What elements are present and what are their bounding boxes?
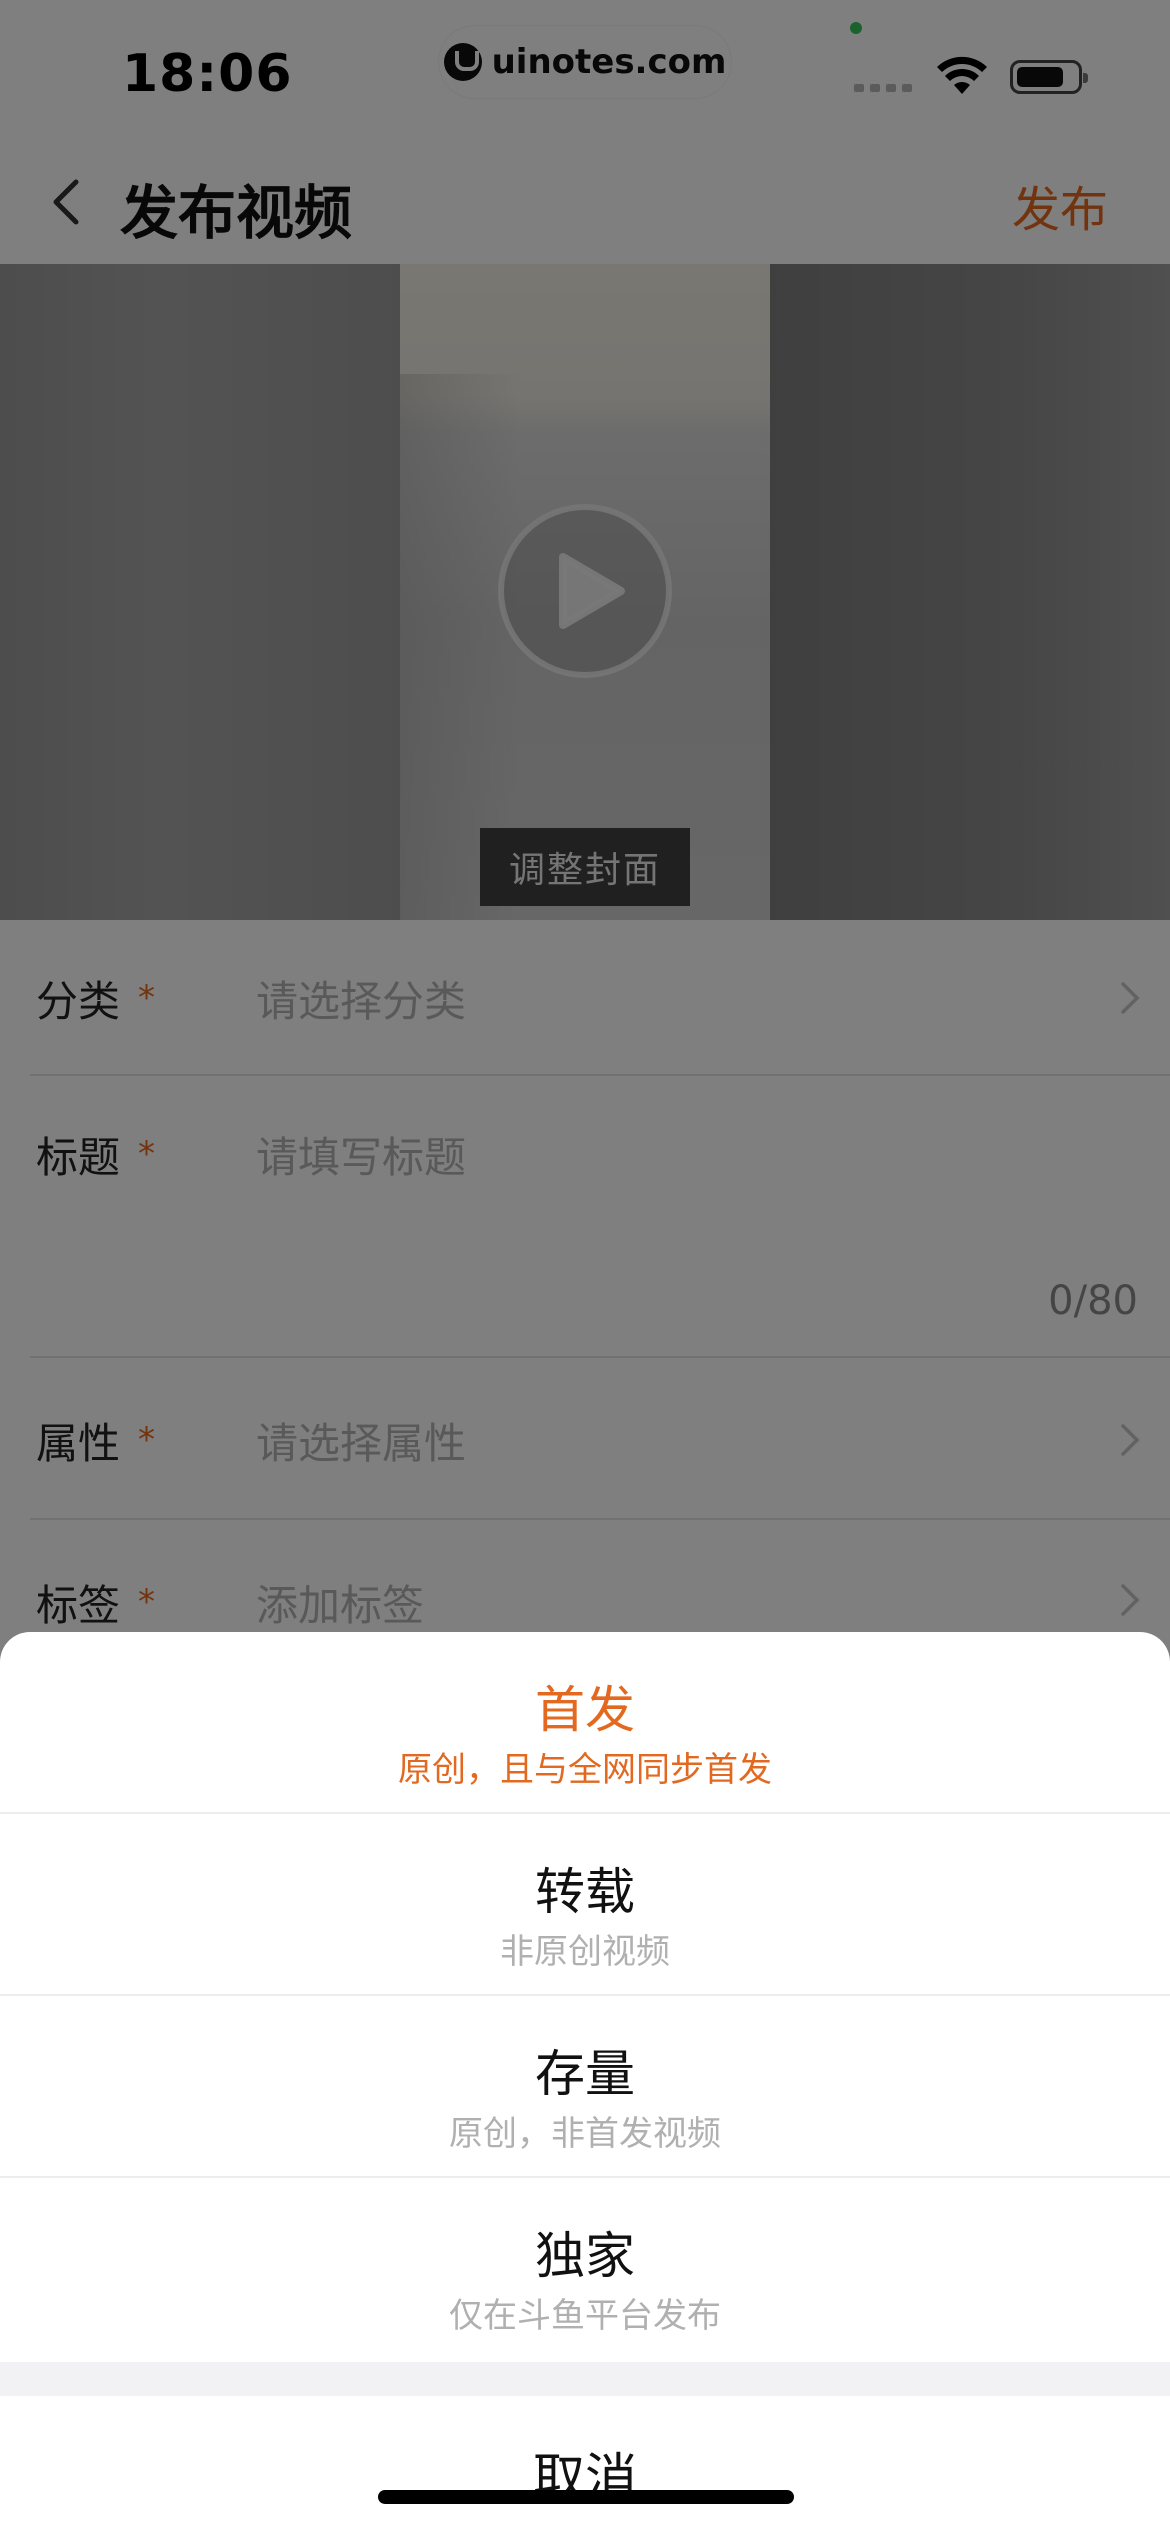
option-subtitle: 仅在斗鱼平台发布 xyxy=(449,2296,721,2336)
home-indicator[interactable] xyxy=(378,2490,794,2504)
option-subtitle: 非原创视频 xyxy=(500,1932,670,1972)
option-first-release[interactable]: 首发 原创，且与全网同步首发 xyxy=(0,1632,1170,1812)
option-subtitle: 原创，非首发视频 xyxy=(449,2114,721,2154)
option-title: 存量 xyxy=(535,2045,635,2103)
option-archive[interactable]: 存量 原创，非首发视频 xyxy=(0,1996,1170,2176)
option-subtitle: 原创，且与全网同步首发 xyxy=(398,1750,772,1790)
option-title: 独家 xyxy=(535,2227,635,2285)
cancel-button[interactable]: 取消 xyxy=(0,2396,1170,2532)
publish-video-screen: 18:06 uinotes.com 发布视频 发布 调整封面 xyxy=(0,0,1170,2532)
option-title: 首发 xyxy=(535,1681,635,1739)
publish-type-action-sheet: 首发 原创，且与全网同步首发 转载 非原创视频 存量 原创，非首发视频 独家 仅… xyxy=(0,1632,1170,2532)
option-exclusive[interactable]: 独家 仅在斗鱼平台发布 xyxy=(0,2178,1170,2358)
option-repost[interactable]: 转载 非原创视频 xyxy=(0,1814,1170,1994)
option-title: 转载 xyxy=(535,1863,635,1921)
sheet-gap xyxy=(0,2362,1170,2396)
